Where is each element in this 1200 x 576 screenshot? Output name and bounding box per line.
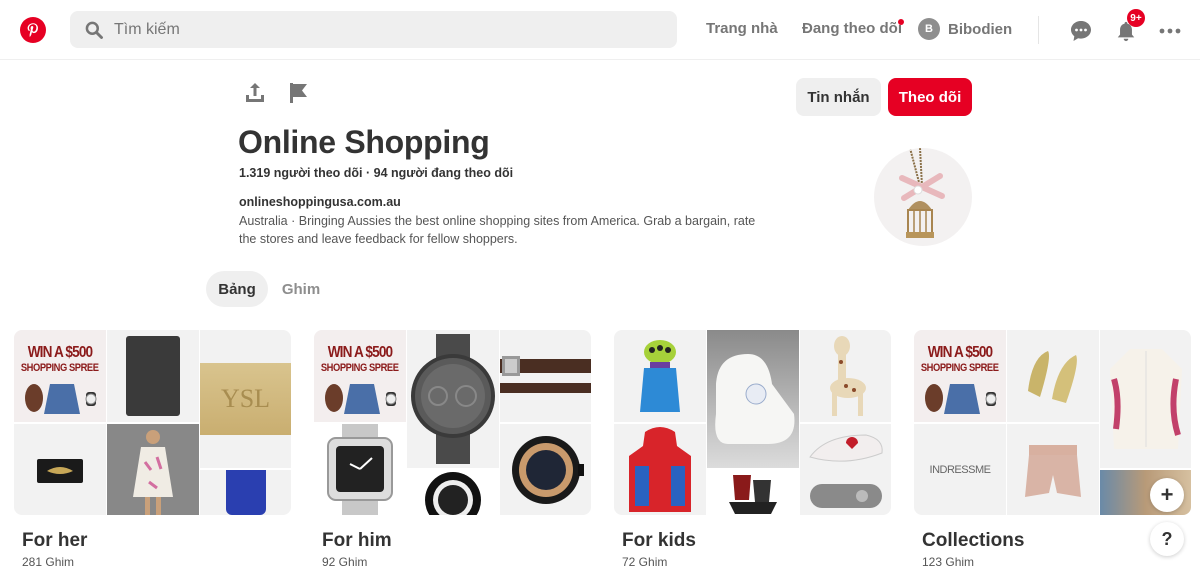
board-cover[interactable] (614, 330, 891, 515)
spiderman-hoodie-image (614, 424, 706, 515)
search-input[interactable] (114, 20, 614, 39)
avatar: B (918, 18, 940, 40)
promo-headline: WIN A $500 (927, 344, 993, 361)
indressme-logo-image: INDRESSME (914, 424, 1006, 515)
nav-following-link[interactable]: Đang theo dõi (802, 20, 902, 37)
profile-description: Australia · Bringing Aussies the best on… (239, 214, 756, 246)
promo-headline: WIN A $500 (27, 344, 93, 361)
shorts-image (1007, 424, 1099, 515)
board-name: For kids (622, 530, 696, 551)
board-pin-count: 72 Ghim (622, 555, 668, 569)
more-options-button[interactable] (1158, 19, 1182, 43)
help-button[interactable]: ? (1150, 522, 1184, 556)
promo-image: WIN A $500 SHOPPING SPREE (14, 330, 106, 422)
black-gold-watch-image (500, 424, 591, 515)
messages-button[interactable] (1068, 18, 1094, 44)
promo-image: WIN A $500 SHOPPING SPREE (314, 330, 406, 422)
silver-watch-image (314, 424, 406, 515)
board-name: For her (22, 530, 88, 551)
user-name: Bibodien (948, 20, 1013, 38)
board-cover[interactable]: WIN A $500 SHOPPING SPREE YSL (14, 330, 291, 515)
baby-bootie-image (707, 330, 799, 468)
follower-stats[interactable]: 1.319 người theo dõi · 94 người đang the… (239, 166, 513, 180)
baby-sandals-image (800, 424, 891, 515)
new-content-dot (898, 19, 904, 25)
promo-headline: WIN A $500 (327, 344, 393, 361)
ysl-wallet-image: YSL (200, 330, 291, 468)
messages-icon (1071, 21, 1091, 41)
promo-subheadline: SHOPPING SPREE (921, 362, 999, 374)
floral-blouse-image (1100, 330, 1191, 468)
alien-costume-image (614, 330, 706, 422)
board-pin-count: 92 Ghim (322, 555, 368, 569)
promo-subheadline: SHOPPING SPREE (21, 362, 99, 374)
user-profile-button[interactable]: B Bibodien (918, 18, 1012, 40)
promo-subheadline: SHOPPING SPREE (321, 362, 399, 374)
pinterest-logo[interactable] (20, 17, 46, 43)
promo-image: WIN A $500 SHOPPING SPREE (914, 330, 1006, 422)
add-pin-button[interactable]: + (1150, 478, 1184, 512)
more-options-icon (1159, 28, 1181, 34)
search-icon (85, 21, 103, 39)
follow-button[interactable]: Theo dõi (888, 78, 972, 116)
big-watch-image (407, 330, 499, 468)
page-title: Online Shopping (238, 124, 490, 160)
dress-model-image (107, 424, 199, 515)
plus-icon: + (1160, 482, 1174, 507)
board-pin-count: 123 Ghim (922, 555, 975, 569)
share-icon (246, 83, 264, 102)
nav-home-link[interactable]: Trang nhà (706, 20, 778, 37)
birdcage-necklace-image (899, 148, 945, 238)
pirate-ship-toy-image (707, 470, 799, 515)
report-button[interactable] (287, 81, 311, 105)
report-flag-icon (290, 83, 307, 103)
promo-products-image (325, 384, 397, 414)
belt-image (500, 330, 591, 422)
board-cover[interactable]: WIN A $500 SHOPPING SPREE INDRESSME (914, 330, 1191, 515)
board-name: For him (322, 530, 392, 551)
message-button[interactable]: Tin nhắn (796, 78, 881, 116)
leather-case-image (107, 330, 199, 422)
notifications-badge: 9+ (1127, 9, 1145, 27)
website-link[interactable]: onlineshoppingusa.com.au (239, 195, 401, 209)
dg-watch-image (407, 470, 499, 515)
brand-text: INDRESSME (929, 463, 991, 476)
board-cover[interactable]: WIN A $500 SHOPPING SPREE (314, 330, 591, 515)
clutch-image (14, 424, 106, 515)
board-card-collections[interactable]: WIN A $500 SHOPPING SPREE INDRESSME Coll… (914, 330, 1191, 569)
profile-avatar-image (874, 148, 972, 246)
promo-products-image (25, 384, 97, 414)
board-pin-count: 281 Ghim (22, 555, 75, 569)
divider (1038, 16, 1039, 44)
pinterest-p-icon (27, 23, 38, 37)
search-bar[interactable] (70, 11, 677, 48)
giraffe-toy-image (800, 330, 891, 422)
tab-pins[interactable]: Ghim (274, 271, 328, 307)
top-nav-bar: Trang nhà Đang theo dõi B Bibodien 9+ (0, 0, 1200, 60)
board-card-for-her[interactable]: WIN A $500 SHOPPING SPREE YSL For her 28… (14, 330, 291, 569)
tab-boards[interactable]: Bảng (206, 271, 268, 307)
promo-products-image (925, 384, 997, 414)
share-button[interactable] (243, 81, 267, 105)
help-icon: ? (1161, 528, 1173, 549)
board-card-for-kids[interactable]: For kids 72 Ghim (614, 330, 891, 569)
gold-flats-image (1007, 330, 1099, 422)
board-card-for-him[interactable]: WIN A $500 SHOPPING SPREE For him 92 Ghi… (314, 330, 591, 569)
blue-skirt-image (200, 470, 291, 515)
